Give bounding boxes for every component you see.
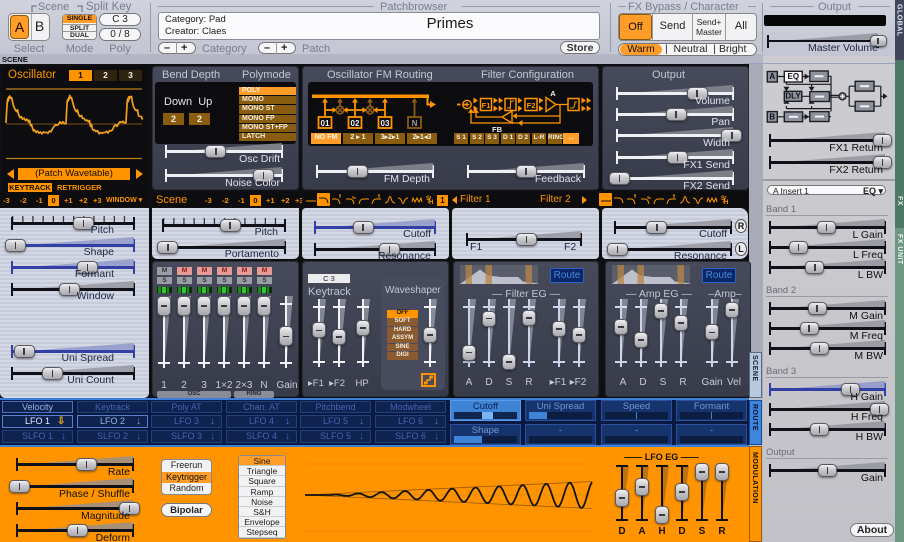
svg-text:N: N (412, 119, 418, 128)
svg-text:F1: F1 (482, 101, 491, 110)
svg-text:03: 03 (381, 119, 390, 128)
svg-text:DLY: DLY (785, 92, 801, 101)
svg-text:02: 02 (351, 119, 360, 128)
svg-text:F2: F2 (527, 101, 536, 110)
svg-text:01: 01 (321, 119, 330, 128)
svg-text:A: A (550, 89, 556, 98)
svg-text:H: H (724, 200, 728, 206)
svg-text:EQ: EQ (788, 72, 800, 81)
svg-text:H: H (429, 200, 433, 206)
svg-text:B: B (769, 112, 775, 121)
svg-text:A: A (769, 72, 775, 81)
